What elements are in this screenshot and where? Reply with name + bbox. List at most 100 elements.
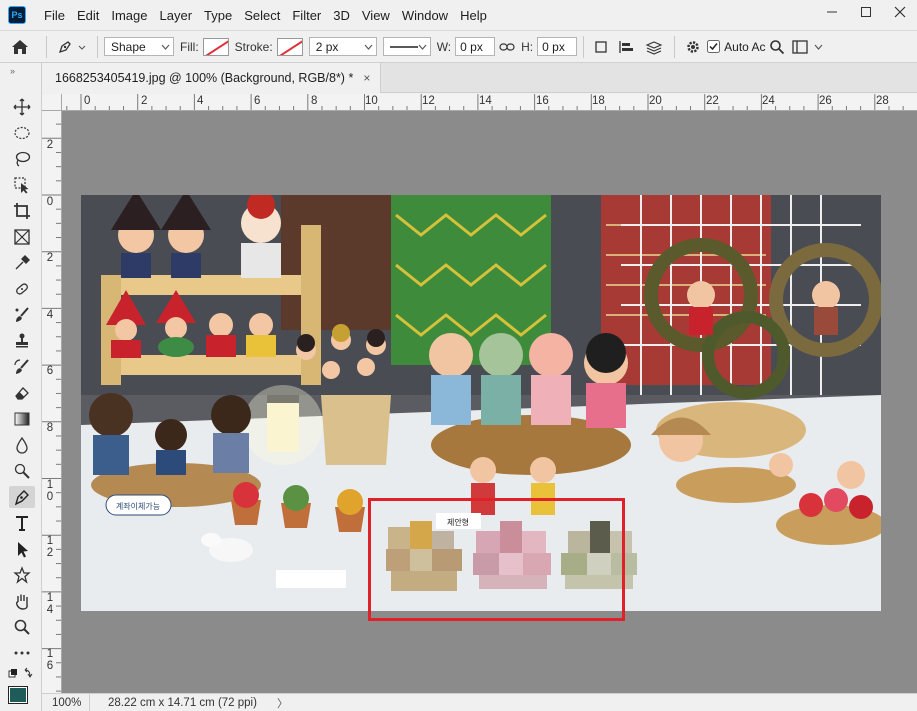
fill-swatch[interactable] (202, 37, 229, 56)
menu-image[interactable]: Image (105, 8, 153, 23)
lasso-icon (15, 151, 31, 167)
maximize-icon (861, 7, 871, 17)
collapse-panel-icon[interactable]: » (10, 66, 15, 76)
menu-help[interactable]: Help (454, 8, 493, 23)
foreground-color-swatch[interactable] (8, 686, 28, 704)
lasso-tool[interactable] (9, 148, 35, 170)
stroke-width-field[interactable]: 2 px (308, 37, 377, 56)
type-tool[interactable] (9, 512, 35, 534)
path-arrangement-button[interactable] (640, 39, 668, 55)
hand-icon (15, 594, 28, 610)
zoom-icon (14, 619, 30, 635)
ruler-label: 6 (46, 365, 54, 377)
stroke-type-select[interactable] (382, 37, 431, 56)
search-button[interactable] (766, 39, 788, 55)
mode-select-value: Shape (111, 39, 146, 54)
document-tab[interactable]: 1668253405419.jpg @ 100% (Background, RG… (42, 63, 382, 93)
menu-view[interactable]: View (356, 8, 396, 23)
stamp-icon (16, 333, 28, 348)
options-bar: Shape Fill: Stroke: 2 px W: 0 px H: 0 px… (0, 30, 917, 63)
edit-toolbar-button[interactable] (9, 642, 35, 664)
path-alignment-button[interactable] (612, 40, 640, 54)
eraser-tool[interactable] (9, 382, 35, 404)
maximize-button[interactable] (849, 0, 883, 24)
divider (583, 35, 585, 58)
vertical-ruler[interactable]: 2 0 2 4 6 8 10 12 14 16 (42, 111, 62, 693)
eraser-icon (15, 387, 29, 400)
auto-add-label: Auto Ac (724, 39, 766, 54)
path-selection-tool[interactable] (9, 538, 35, 560)
workspace-icon (791, 39, 808, 54)
ruler-origin[interactable] (42, 94, 62, 111)
tool-preset-picker[interactable] (53, 39, 91, 55)
canvas-area[interactable]: 계좌이체가능 제안형 (62, 111, 917, 693)
mode-select[interactable]: Shape (104, 37, 174, 56)
spot-healing-tool[interactable] (9, 278, 35, 300)
ruler-label: 18 (592, 95, 605, 107)
document-size: 28.22 cm x 14.71 cm (72 ppi) (108, 696, 257, 709)
move-icon (13, 98, 31, 116)
auto-add-checkbox[interactable] (705, 40, 721, 53)
chevron-down-icon (814, 44, 823, 50)
link-icon (499, 42, 515, 51)
object-selection-tool[interactable] (9, 174, 35, 196)
ruler-label: 2 (46, 139, 54, 151)
menu-3d[interactable]: 3D (327, 8, 356, 23)
history-brush-tool[interactable] (9, 356, 35, 378)
ellipse-marquee-icon (14, 126, 30, 140)
default-colors-controls[interactable] (8, 667, 34, 681)
more-icon (14, 651, 30, 655)
gradient-tool[interactable] (9, 408, 35, 430)
checkbox-checked-icon (706, 40, 720, 53)
chevron-down-icon (418, 44, 427, 50)
ruler-label: 14 (46, 592, 54, 616)
menu-type[interactable]: Type (198, 8, 238, 23)
close-window-button[interactable] (883, 0, 917, 24)
elliptical-marquee-tool[interactable] (9, 122, 35, 144)
home-button[interactable] (0, 39, 40, 55)
height-input[interactable]: 0 px (537, 37, 578, 56)
ruler-label: 14 (479, 95, 492, 107)
photoshop-logo: Ps (8, 6, 26, 24)
path-operations-button[interactable] (590, 40, 612, 54)
pen-tool-icon (58, 40, 86, 53)
menu-file[interactable]: File (38, 8, 71, 23)
close-tab-icon[interactable]: × (363, 71, 370, 85)
workspace-menu[interactable] (812, 44, 826, 50)
eyedropper-tool[interactable] (9, 252, 35, 274)
ruler-label: 22 (706, 95, 719, 107)
menu-layer[interactable]: Layer (154, 8, 199, 23)
ruler-label: 20 (649, 95, 662, 107)
menu-filter[interactable]: Filter (286, 8, 327, 23)
menu-select[interactable]: Select (238, 8, 286, 23)
dodge-icon (14, 463, 30, 479)
menu-edit[interactable]: Edit (71, 8, 105, 23)
divider (97, 35, 98, 58)
stroke-swatch[interactable] (276, 37, 303, 56)
hand-tool[interactable] (9, 590, 35, 612)
crop-tool[interactable] (9, 200, 35, 222)
object-selection-icon (14, 177, 29, 194)
gradient-icon (14, 412, 30, 426)
workspace-button[interactable] (788, 39, 812, 54)
divider (46, 35, 47, 58)
zoom-level[interactable]: 100% (42, 694, 90, 711)
frame-tool[interactable] (9, 226, 35, 248)
pen-tool[interactable] (9, 486, 35, 508)
link-dimensions-button[interactable] (495, 42, 519, 52)
brush-tool[interactable] (9, 304, 35, 326)
chevron-down-icon (161, 44, 170, 50)
menu-window[interactable]: Window (396, 8, 454, 23)
swap-colors-icon (8, 667, 33, 678)
clone-stamp-tool[interactable] (9, 330, 35, 352)
settings-button[interactable] (681, 39, 705, 55)
blur-tool[interactable] (9, 434, 35, 456)
status-menu-arrow[interactable]: 〉 (277, 695, 288, 711)
minimize-button[interactable] (815, 0, 849, 24)
width-input[interactable]: 0 px (455, 37, 496, 56)
dodge-tool[interactable] (9, 460, 35, 482)
custom-shape-tool[interactable] (9, 564, 35, 586)
zoom-tool[interactable] (9, 616, 35, 638)
move-tool[interactable] (9, 96, 35, 118)
horizontal-ruler[interactable]: 0 2 4 6 8 10 12 14 16 18 20 22 24 26 28 (62, 94, 917, 111)
